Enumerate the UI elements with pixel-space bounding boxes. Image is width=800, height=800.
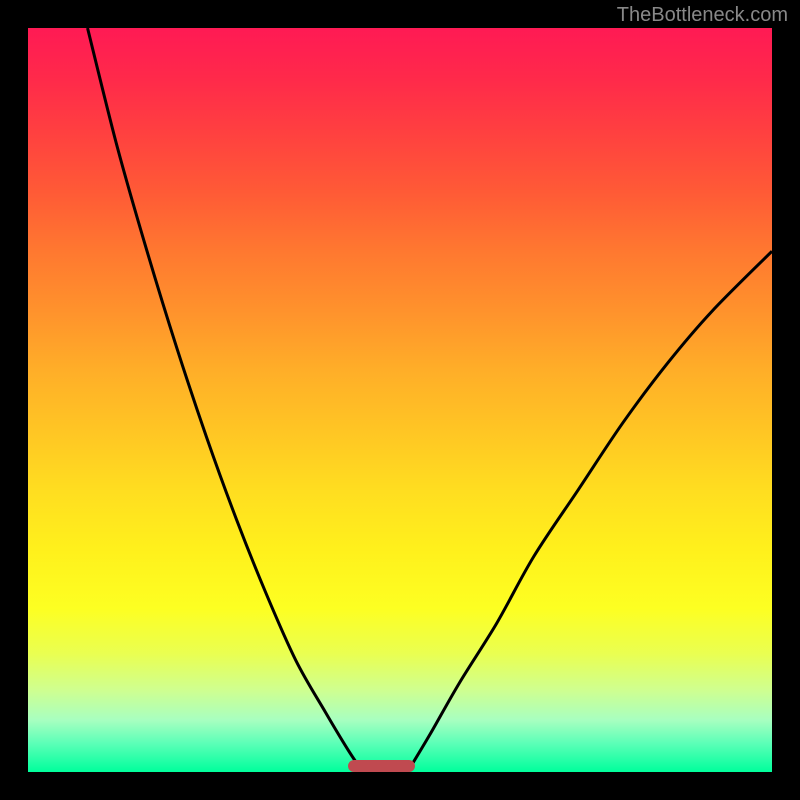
curves-svg <box>28 28 772 772</box>
chart-container: TheBottleneck.com <box>0 0 800 800</box>
right-curve <box>407 251 772 772</box>
plot-area <box>28 28 772 772</box>
left-curve <box>88 28 363 772</box>
bottleneck-marker <box>348 760 415 772</box>
watermark-text: TheBottleneck.com <box>617 4 788 27</box>
